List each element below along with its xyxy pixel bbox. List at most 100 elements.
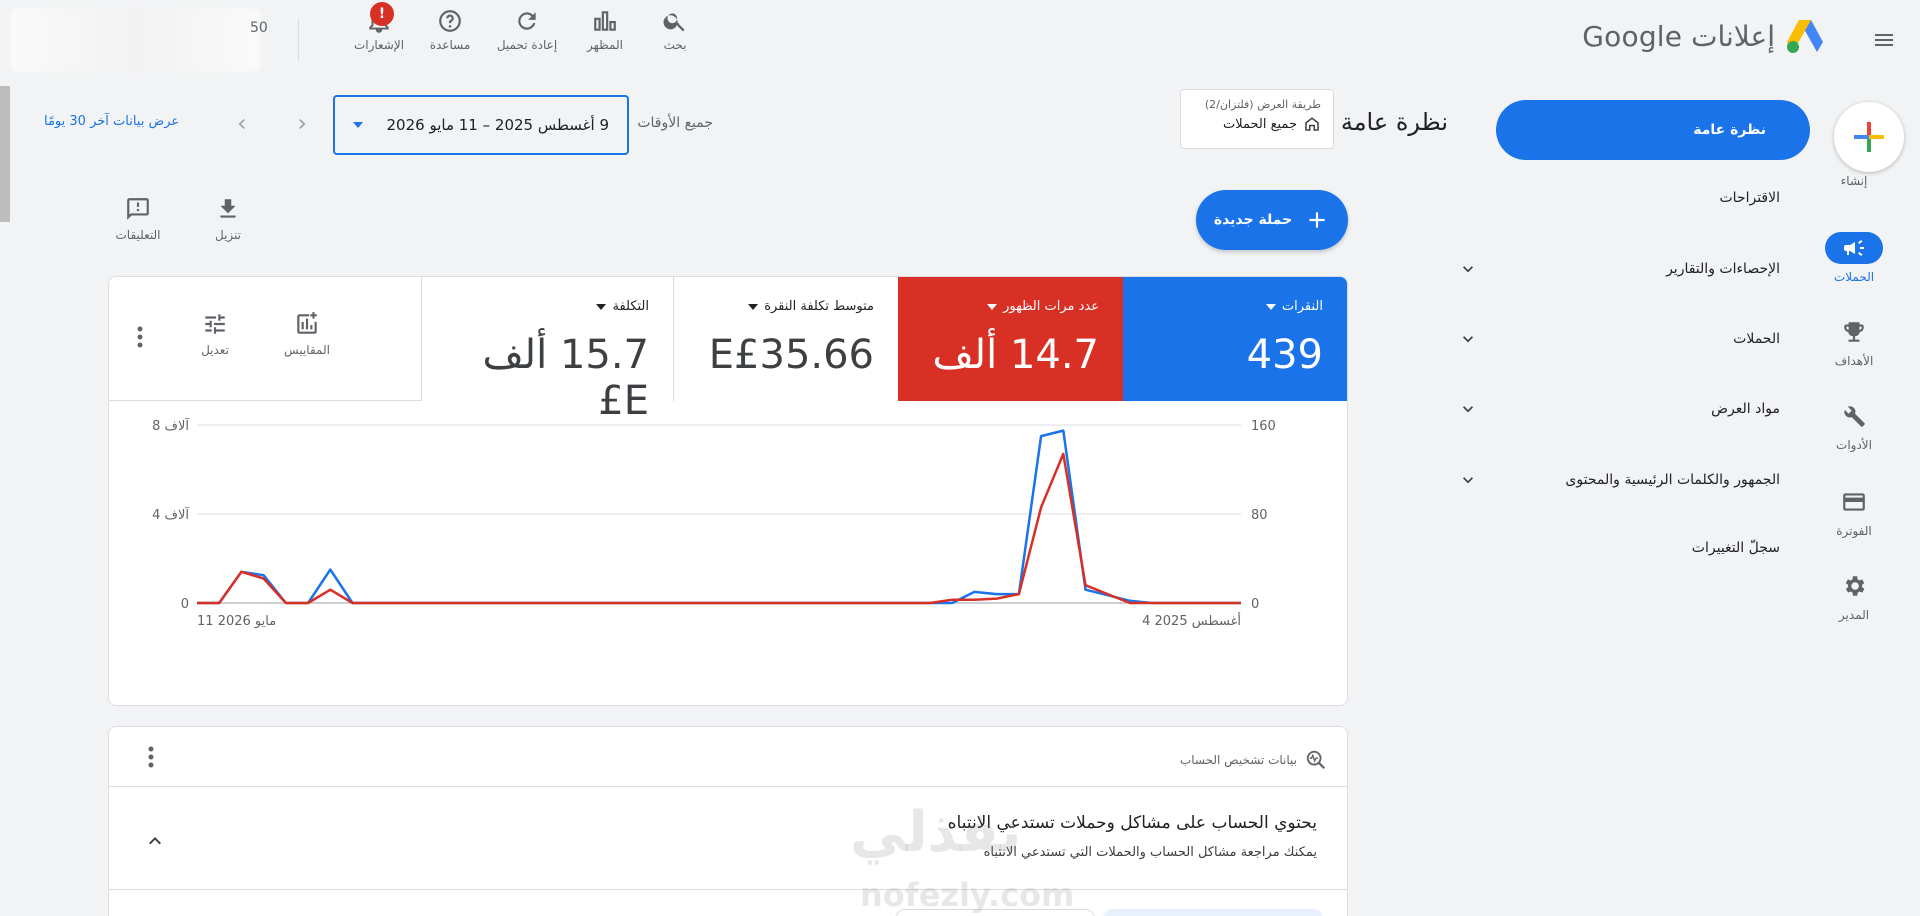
search-icon <box>663 13 685 32</box>
page-scrollbar[interactable] <box>0 86 10 222</box>
feedback-button[interactable]: التعليقات <box>103 196 173 242</box>
download-button[interactable]: تنزيل <box>193 196 263 242</box>
rail-create-label-wrap: إنشاء <box>1806 174 1902 188</box>
google-ads-logo-icon <box>1787 20 1823 53</box>
nav-item-label: مواد العرض <box>1711 401 1780 417</box>
date-next-button[interactable] <box>290 110 314 138</box>
performance-chart[interactable]: 0 80 160 0 4 آلاف 8 آلاف 4 أغسطس 2025 11 مايو 2… <box>109 401 1347 701</box>
rail-goals-label: الأهداف <box>1834 354 1874 368</box>
rail-billing[interactable]: الفوترة <box>1806 486 1902 538</box>
view-mode-selector[interactable]: طريقة العرض (فلتزان/2) جميع الحملات <box>1180 89 1334 149</box>
appearance-icon <box>594 11 616 31</box>
help-button[interactable]: مساعدة <box>415 8 485 52</box>
date-prev-button[interactable] <box>230 110 254 138</box>
new-campaign-label: حملة جديدة <box>1213 212 1293 228</box>
rail-tools-pill <box>1825 400 1883 432</box>
tools-icon <box>1844 406 1865 427</box>
last-30-days-link[interactable]: عرض بيانات آخر 30 يومًا <box>44 114 179 129</box>
main-menu-button[interactable] <box>1868 24 1900 56</box>
chevron-right-icon <box>299 119 306 129</box>
rail-campaigns-pill <box>1825 232 1883 264</box>
nav-item-assets[interactable]: مواد العرض <box>1463 389 1780 429</box>
nav-item-label: الإحصاءات والتقارير <box>1666 261 1780 277</box>
diagnosis-collapse-button[interactable] <box>139 825 171 857</box>
refresh-button[interactable]: إعادة تحميل <box>492 8 562 52</box>
caret-down-icon <box>1265 303 1276 310</box>
metric-label: النقرات <box>1281 299 1323 314</box>
chevron-down-icon <box>1463 477 1473 484</box>
help-label: مساعدة <box>429 38 471 52</box>
rail-admin[interactable]: المدير <box>1806 570 1902 622</box>
diagnosis-subtitle: يمكنك مراجعة مشاكل الحساب والحملات التي … <box>983 845 1317 860</box>
nav-overview[interactable]: نظرة عامة <box>1496 100 1810 160</box>
rail-goals[interactable]: الأهداف <box>1806 316 1902 368</box>
credit-card-icon <box>1843 493 1865 511</box>
metric-clicks[interactable]: النقرات 439 <box>1123 277 1347 401</box>
account-number-blurred: 50 <box>250 20 268 36</box>
nav-item-insights-reports[interactable]: الإحصاءات والتقارير <box>1463 249 1780 289</box>
notification-alert-badge: ! <box>370 2 394 26</box>
view-mode-value: جميع الحملات <box>1222 116 1297 132</box>
google-ads-logo[interactable]: إعلانات Google <box>1582 18 1825 54</box>
metric-cost[interactable]: التكلفة 15.7 ألف E£ <box>421 277 673 424</box>
diagnosis-primary-button[interactable] <box>1103 909 1323 916</box>
nav-item-campaigns[interactable]: الحملات <box>1463 319 1780 359</box>
account-info-blurred[interactable] <box>10 8 260 72</box>
diagnostics-search-icon <box>1306 750 1326 770</box>
notifications-button[interactable]: الإشعارات ! <box>344 2 414 52</box>
metric-avg-cpc[interactable]: متوسط تكلفة النقرة E£35.66 <box>673 277 898 401</box>
date-range-picker[interactable]: 9 أغسطس 2025 – 11 مايو 2026 <box>333 95 629 155</box>
nav-item-change-history[interactable]: سجلّ التغييرات <box>1488 528 1780 568</box>
trophy-icon <box>1844 322 1864 342</box>
megaphone-icon <box>1844 240 1864 256</box>
diagnosis-header: بيانات تشخيص الحساب <box>1180 749 1327 771</box>
rail-goals-pill <box>1825 316 1883 348</box>
metrics-label: المقاييس <box>284 343 330 357</box>
download-icon <box>220 199 236 218</box>
new-campaign-button[interactable]: حملة جديدة <box>1196 190 1348 250</box>
page-title: نظرة عامة <box>1340 108 1448 136</box>
rail-campaigns[interactable]: الحملات <box>1806 232 1902 284</box>
plus-multicolor-icon <box>1854 122 1884 152</box>
more-vert-icon <box>148 746 154 768</box>
metric-label-row: عدد مرات الظهور <box>922 299 1099 314</box>
rail-tools[interactable]: الأدوات <box>1806 400 1902 452</box>
hamburger-icon <box>1875 34 1893 46</box>
nav-item-label: الحملات <box>1733 331 1780 347</box>
diagnosis-header-text: بيانات تشخيص الحساب <box>1179 753 1297 767</box>
tune-icon <box>205 314 225 334</box>
nav-item-audiences-keywords[interactable]: الجمهور والكلمات الرئيسية والمحتوى <box>1463 460 1780 500</box>
metric-impressions[interactable]: عدد مرات الظهور 14.7 ألف <box>898 277 1123 401</box>
feedback-label: التعليقات <box>115 228 161 242</box>
search-button[interactable]: بحث <box>640 8 710 52</box>
create-button[interactable] <box>1834 102 1904 172</box>
rail-create-label: إنشاء <box>1840 174 1868 188</box>
header-divider <box>298 18 299 62</box>
gear-icon <box>1845 576 1865 596</box>
rail-tools-label: الأدوات <box>1836 438 1872 452</box>
chart-y-tick-impressions: 4 آلاف <box>152 506 190 523</box>
appearance-button[interactable]: المظهر <box>570 8 640 52</box>
download-label: تنزيل <box>214 228 241 242</box>
chevron-left-icon <box>238 119 245 129</box>
metric-value: 439 <box>1246 332 1323 378</box>
refresh-icon <box>518 12 536 30</box>
more-options-button[interactable] <box>132 323 148 351</box>
chart-x-end-label: 11 مايو 2026 <box>197 614 276 629</box>
more-vert-icon <box>137 326 143 348</box>
diagnosis-more-button[interactable] <box>143 743 159 771</box>
adjust-label: تعديل <box>201 343 229 357</box>
date-preset-label: جميع الأوقات <box>637 115 713 131</box>
chart-y-tick-clicks: 0 <box>1251 597 1259 612</box>
caret-down-icon <box>596 303 607 310</box>
caret-down-icon <box>748 303 759 310</box>
metric-label-row: متوسط تكلفة النقرة <box>698 299 874 314</box>
rail-campaigns-label: الحملات <box>1833 270 1875 284</box>
plus-icon <box>1309 212 1325 228</box>
watermark-arabic: نفذلي <box>850 800 1022 865</box>
chart-series-line-1 <box>197 452 1241 605</box>
help-icon <box>439 10 461 32</box>
metrics-button[interactable]: المقاييس <box>272 311 342 357</box>
nav-item-recommendations[interactable]: الاقتراحات <box>1488 178 1780 218</box>
adjust-button[interactable]: تعديل <box>180 311 250 357</box>
